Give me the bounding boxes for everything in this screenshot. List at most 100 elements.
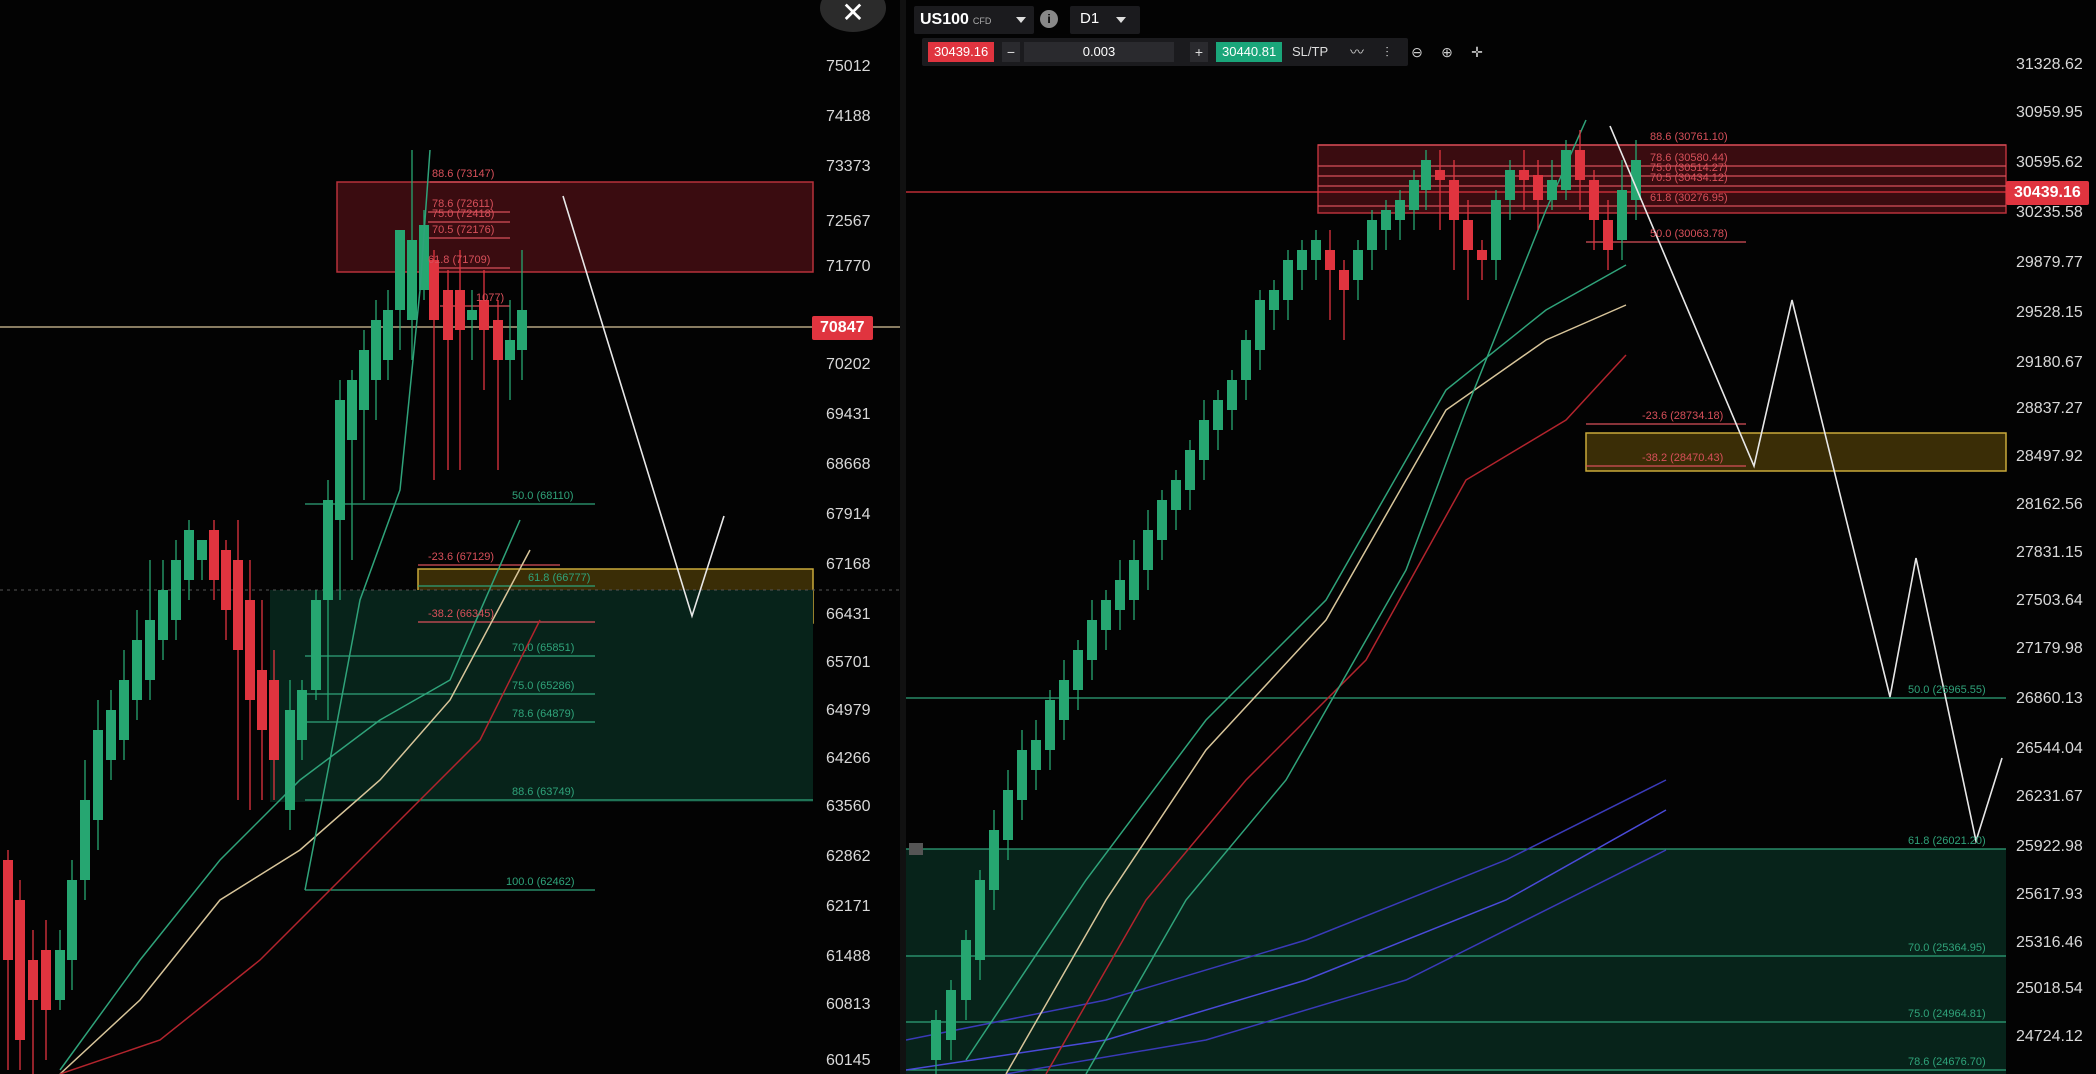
candle — [1171, 480, 1181, 510]
indicators-icon[interactable]: ⫶ — [1376, 42, 1398, 62]
price-axis-label: 67168 — [826, 556, 871, 573]
candle — [1241, 340, 1251, 380]
candle — [1045, 700, 1055, 750]
plus-button[interactable]: + — [1190, 42, 1208, 62]
fib-level-label: 88.6 (73147) — [432, 168, 495, 180]
price-axis-label: 60813 — [826, 996, 871, 1013]
candle — [1589, 180, 1599, 220]
candle — [209, 530, 219, 580]
candle — [505, 340, 515, 360]
price-axis-label: 30595.62 — [2016, 154, 2083, 171]
candle — [1505, 170, 1515, 200]
timeframe-label: D1 — [1080, 10, 1100, 27]
candle — [1115, 580, 1125, 610]
candle — [1575, 150, 1585, 180]
candle — [184, 530, 194, 580]
fib-level-label: 61.8 (66777) — [528, 572, 591, 584]
fib-level-label: 50.0 (26965.55) — [1908, 684, 1986, 696]
right-chart-canvas[interactable] — [906, 0, 2096, 1074]
price-axis-label: 25018.54 — [2016, 980, 2083, 997]
candle — [1339, 270, 1349, 290]
symbol-label[interactable]: US100 CFD — [920, 8, 991, 32]
candle — [1059, 680, 1069, 720]
candle — [245, 600, 255, 700]
candle — [383, 310, 393, 360]
fib-level-label: 70.5 (72176) — [432, 224, 495, 236]
candle — [1519, 170, 1529, 180]
candle — [171, 560, 181, 620]
candle — [1311, 240, 1321, 260]
chevron-down-icon[interactable] — [1016, 17, 1026, 23]
candle — [1367, 220, 1377, 250]
price-axis-label: 62862 — [826, 848, 871, 865]
fib-level-label: 88.6 (63749) — [512, 786, 575, 798]
fib-level-label: -38.2 (66345) — [428, 608, 495, 620]
candle — [3, 860, 13, 960]
candle — [1101, 600, 1111, 630]
candle — [1381, 210, 1391, 230]
price-axis-label: 27831.15 — [2016, 544, 2083, 561]
candle — [1491, 200, 1501, 260]
fib-level-label: 70.0 (65851) — [512, 642, 575, 654]
zoom-in-icon[interactable]: ⊕ — [1436, 42, 1458, 62]
chevron-down-icon[interactable] — [1116, 17, 1126, 23]
price-axis-label: 63560 — [826, 798, 871, 815]
sl-tp-button[interactable]: SL/TP — [1292, 42, 1328, 62]
candle — [15, 900, 25, 1040]
price-axis-label: 67914 — [826, 506, 871, 523]
candle — [517, 310, 527, 350]
candle — [395, 230, 405, 310]
buy-price-button[interactable]: 30440.81 — [1216, 42, 1283, 62]
candle — [1547, 180, 1557, 200]
sell-price-button[interactable]: 30439.16 — [928, 42, 995, 62]
left-chart-pane[interactable]: 88.6 (73147) 78.6 (72611) 75.0 (72418) 70.5… — [0, 0, 900, 1074]
price-axis-label: 71770 — [826, 258, 871, 275]
crosshair-icon[interactable]: ✛ — [1466, 42, 1488, 62]
candle — [1157, 500, 1167, 540]
price-axis-label: 30959.95 — [2016, 104, 2083, 121]
candle — [1213, 400, 1223, 430]
price-axis-label: 69431 — [826, 406, 871, 423]
price-axis-label: 62171 — [826, 898, 871, 915]
fib-level-label: 61.8 (71709) — [428, 254, 491, 266]
candle — [443, 290, 453, 340]
candle — [1561, 150, 1571, 190]
symbol-name: US100 — [920, 11, 969, 28]
candle — [1227, 380, 1237, 410]
price-axis-label: 24724.12 — [2016, 1028, 2083, 1045]
left-chart-canvas[interactable] — [0, 0, 900, 1074]
quantity-input[interactable]: 0.003 — [1024, 42, 1174, 62]
fib-level-label: 100.0 (62462) — [506, 876, 575, 888]
price-axis-label: 25316.46 — [2016, 934, 2083, 951]
candle — [347, 380, 357, 440]
candle — [1003, 790, 1013, 840]
candle — [479, 300, 489, 330]
candle — [429, 260, 439, 320]
candle — [946, 990, 956, 1040]
candle — [1409, 180, 1419, 210]
candle — [1617, 190, 1627, 240]
line-chart-icon[interactable]: 〰 — [1346, 42, 1368, 62]
price-axis-label: 60145 — [826, 1052, 871, 1069]
price-axis-label: 70202 — [826, 356, 871, 373]
candle — [1297, 250, 1307, 270]
info-icon[interactable]: i — [1040, 10, 1058, 28]
candle — [1449, 180, 1459, 220]
candle — [975, 880, 985, 960]
price-axis-label: 65701 — [826, 654, 871, 671]
price-axis-label: 72567 — [826, 213, 871, 230]
candle — [221, 550, 231, 610]
symbol-badge: CFD — [972, 16, 992, 26]
candle — [1603, 220, 1613, 250]
candle — [67, 880, 77, 960]
price-axis-label: 28837.27 — [2016, 400, 2083, 417]
minus-button[interactable]: − — [1002, 42, 1020, 62]
price-axis-label: 61488 — [826, 948, 871, 965]
price-axis-label: 29879.77 — [2016, 254, 2083, 271]
price-axis-label: 25617.93 — [2016, 886, 2083, 903]
fib-level-label: 78.6 (24676.70) — [1908, 1056, 1986, 1068]
zoom-out-icon[interactable]: ⊖ — [1406, 42, 1428, 62]
candle — [1533, 175, 1543, 200]
right-chart-pane[interactable]: 88.6 (30761.10) 78.6 (30580.44) 75.0 (3051… — [906, 0, 2096, 1074]
candle — [1435, 170, 1445, 180]
